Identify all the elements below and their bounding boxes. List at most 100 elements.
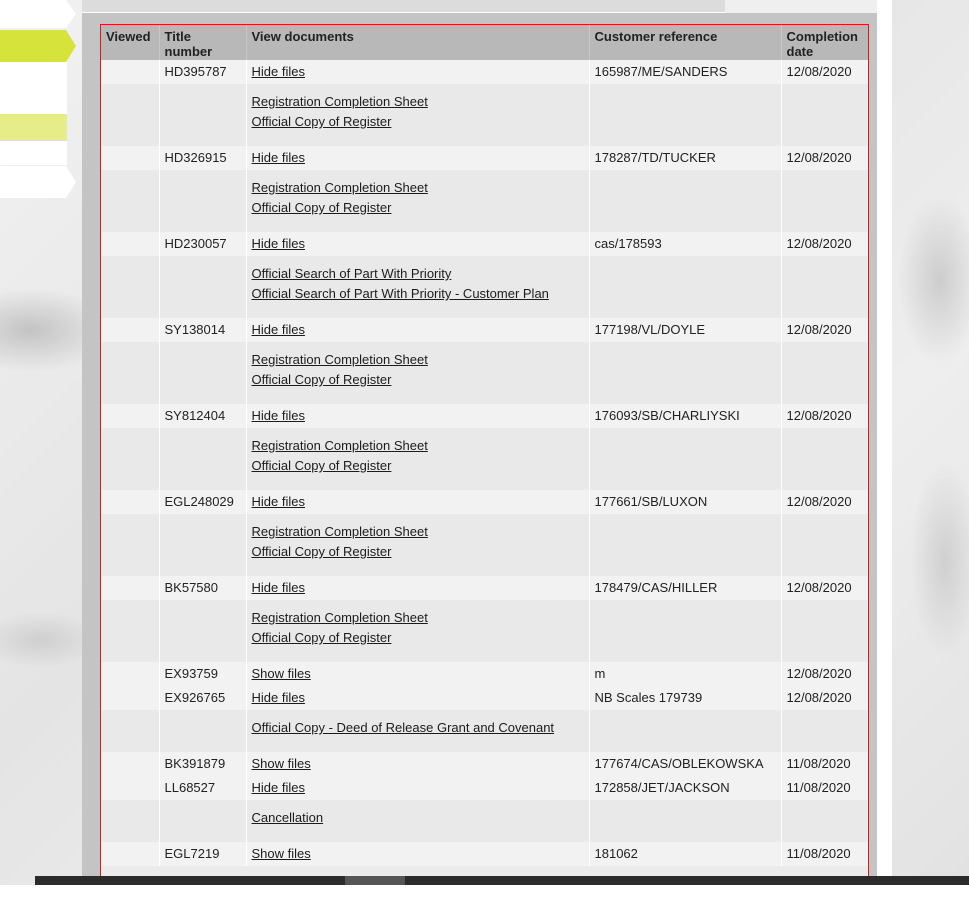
document-link[interactable]: Official Copy - Deed of Release Grant an…: [252, 720, 555, 735]
files-row: Official Copy - Deed of Release Grant an…: [101, 710, 868, 752]
table-row: EGL7219 Show files 181062 11/08/2020: [101, 842, 868, 866]
empty-cell: [780, 600, 868, 662]
customer-reference-cell: 178479/CAS/HILLER: [588, 576, 781, 600]
title-number-cell: SY812404: [158, 404, 246, 428]
customer-reference-cell: m: [588, 662, 781, 686]
title-number-cell: HD326915: [158, 146, 246, 170]
files-row: Registration Completion Sheet Official Co…: [101, 428, 868, 490]
toggle-files-link[interactable]: Hide files: [252, 780, 305, 795]
toggle-files-link[interactable]: Show files: [252, 756, 311, 771]
table-row: EX926765 Hide files NB Scales 179739 12/08/…: [101, 686, 868, 710]
document-link[interactable]: Registration Completion Sheet: [252, 524, 428, 539]
title-number-cell: EX926765: [158, 686, 246, 710]
completion-date-cell: 11/08/2020: [780, 842, 868, 866]
empty-cell: [780, 800, 868, 842]
title-number-cell: BK57580: [158, 576, 246, 600]
document-link[interactable]: Official Copy of Register: [252, 114, 392, 129]
document-link[interactable]: Official Search of Part With Priority: [252, 266, 452, 281]
toggle-files-link[interactable]: Hide files: [252, 408, 305, 423]
view-documents-cell: Hide files: [245, 490, 589, 514]
document-link[interactable]: Cancellation: [252, 810, 324, 825]
header-viewed[interactable]: Viewed: [101, 25, 159, 60]
toggle-files-link[interactable]: Show files: [252, 846, 311, 861]
completion-date-cell: 12/08/2020: [780, 404, 868, 428]
document-link[interactable]: Official Copy of Register: [252, 372, 392, 387]
nav-subitem-active[interactable]: [0, 114, 67, 140]
document-link[interactable]: Official Copy of Register: [252, 544, 392, 559]
empty-cell: [780, 514, 868, 576]
toggle-files-link[interactable]: Hide files: [252, 64, 305, 79]
document-link[interactable]: Registration Completion Sheet: [252, 352, 428, 367]
empty-cell: [588, 800, 781, 842]
empty-cell: [780, 342, 868, 404]
document-link[interactable]: Official Copy of Register: [252, 200, 392, 215]
completion-date-cell: 12/08/2020: [780, 686, 868, 710]
empty-cell: [588, 342, 781, 404]
nav-tab[interactable]: [0, 166, 76, 198]
viewed-cell: [101, 576, 159, 600]
empty-cell: [158, 710, 246, 752]
document-link[interactable]: Official Copy of Register: [252, 630, 392, 645]
customer-reference-cell: 177198/VL/DOYLE: [588, 318, 781, 342]
document-link[interactable]: Registration Completion Sheet: [252, 94, 428, 109]
document-link[interactable]: Registration Completion Sheet: [252, 180, 428, 195]
title-number-cell: BK391879: [158, 752, 246, 776]
title-number-cell: HD395787: [158, 60, 246, 84]
document-link[interactable]: Registration Completion Sheet: [252, 438, 428, 453]
toggle-files-link[interactable]: Hide files: [252, 236, 305, 251]
viewed-cell: [101, 318, 159, 342]
document-link[interactable]: Official Search of Part With Priority - …: [252, 286, 549, 301]
document-link[interactable]: Registration Completion Sheet: [252, 610, 428, 625]
empty-cell: [588, 514, 781, 576]
customer-reference-cell: 177674/CAS/OBLEKOWSKA: [588, 752, 781, 776]
files-row: Registration Completion Sheet Official Co…: [101, 342, 868, 404]
table-header-row: Viewed Title number View documents Custo…: [101, 25, 868, 60]
table-row: SY138014 Hide files 177198/VL/DOYLE 12/08/2…: [101, 318, 868, 342]
viewed-cell: [101, 686, 159, 710]
documents-list: Registration Completion Sheet Official Co…: [245, 428, 589, 490]
nav-tab-active[interactable]: [0, 30, 76, 62]
documents-list: Registration Completion Sheet Official Co…: [245, 84, 589, 146]
empty-cell: [158, 170, 246, 232]
toggle-files-link[interactable]: Hide files: [252, 322, 305, 337]
toggle-files-link[interactable]: Hide files: [252, 494, 305, 509]
toggle-files-link[interactable]: Hide files: [252, 580, 305, 595]
empty-cell: [588, 170, 781, 232]
view-documents-cell: Hide files: [245, 404, 589, 428]
empty-cell: [588, 710, 781, 752]
nav-subitem[interactable]: [0, 140, 67, 165]
view-documents-cell: Hide files: [245, 146, 589, 170]
table-row: SY812404 Hide files 176093/SB/CHARLIYSKI 12…: [101, 404, 868, 428]
documents-list: Registration Completion Sheet Official Co…: [245, 600, 589, 662]
toggle-files-link[interactable]: Hide files: [252, 690, 305, 705]
completion-date-cell: 12/08/2020: [780, 318, 868, 342]
customer-reference-cell: NB Scales 179739: [588, 686, 781, 710]
table-row: HD326915 Hide files 178287/TD/TUCKER 12/08/…: [101, 146, 868, 170]
empty-cell: [158, 342, 246, 404]
horizontal-scrollbar[interactable]: [35, 876, 969, 885]
documents-list: Official Search of Part With Priority Off…: [245, 256, 589, 318]
viewed-cell: [101, 842, 159, 866]
empty-cell: [158, 600, 246, 662]
header-customer-reference[interactable]: Customer reference: [588, 25, 781, 60]
document-link[interactable]: Official Copy of Register: [252, 458, 392, 473]
scrollbar-thumb[interactable]: [345, 876, 405, 885]
empty-cell: [588, 600, 781, 662]
empty-cell: [158, 256, 246, 318]
view-documents-cell: Hide files: [245, 576, 589, 600]
empty-cell: [588, 256, 781, 318]
empty-cell: [780, 170, 868, 232]
completion-date-cell: 12/08/2020: [780, 232, 868, 256]
toggle-files-link[interactable]: Show files: [252, 666, 311, 681]
title-number-cell: EX93759: [158, 662, 246, 686]
header-view-documents[interactable]: View documents: [245, 25, 589, 60]
header-title-number[interactable]: Title number: [158, 25, 246, 60]
header-completion-date[interactable]: Completion date: [780, 25, 868, 60]
viewed-cell: [101, 60, 159, 84]
viewed-cell: [101, 232, 159, 256]
empty-cell: [101, 600, 159, 662]
toggle-files-link[interactable]: Hide files: [252, 150, 305, 165]
nav-tab[interactable]: [0, 62, 67, 114]
nav-tab[interactable]: [0, 0, 76, 28]
documents-list: Registration Completion Sheet Official Co…: [245, 170, 589, 232]
